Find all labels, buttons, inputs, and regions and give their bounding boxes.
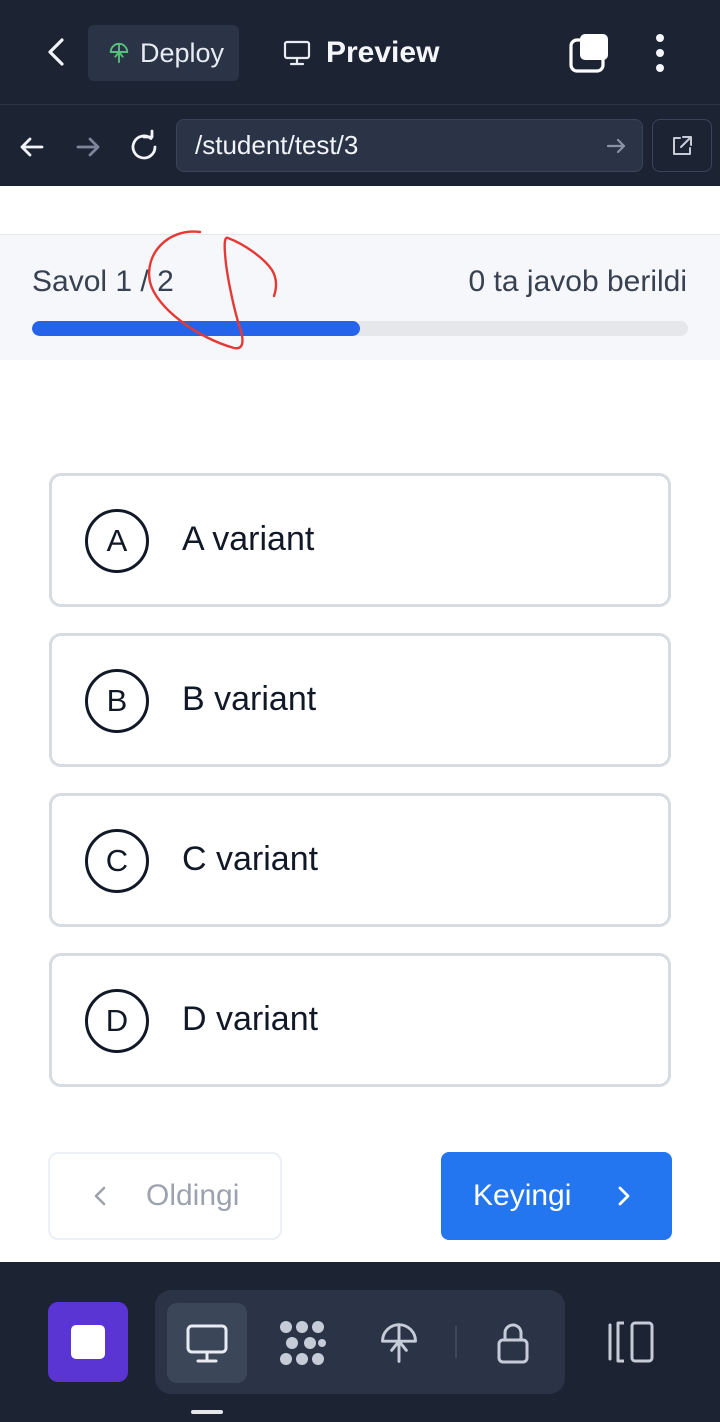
option-a[interactable]: A A variant: [49, 473, 671, 607]
app-top-bar: Deploy Preview: [0, 0, 720, 104]
deploy-button[interactable]: Deploy: [88, 25, 239, 81]
arrow-right-icon[interactable]: [602, 132, 630, 160]
monitor-icon: [283, 40, 311, 66]
option-letter-badge: B: [85, 669, 149, 733]
monitor-icon: [186, 1324, 228, 1363]
progress-bar: [32, 321, 688, 336]
preview-title[interactable]: Preview: [282, 25, 439, 81]
option-letter-badge: D: [85, 989, 149, 1053]
next-button[interactable]: Keyingi: [441, 1152, 672, 1240]
windows-icon[interactable]: [566, 30, 612, 76]
option-c[interactable]: C C variant: [49, 793, 671, 927]
lock-icon: [497, 1323, 529, 1364]
option-letter-badge: A: [85, 509, 149, 573]
kebab-menu-icon[interactable]: [640, 30, 680, 76]
stop-icon: [71, 1325, 105, 1359]
panel-toggle-icon[interactable]: [600, 1317, 660, 1367]
next-label: Keyingi: [473, 1179, 572, 1212]
arrow-left-icon[interactable]: [12, 127, 52, 167]
workflow-icon: [280, 1321, 326, 1365]
url-text: /student/test/3: [195, 130, 359, 160]
tool-workflow[interactable]: [263, 1303, 343, 1383]
stop-button[interactable]: [48, 1302, 128, 1382]
option-d[interactable]: D D variant: [49, 953, 671, 1087]
home-indicator: [191, 1410, 223, 1414]
preview-label: Preview: [326, 36, 440, 69]
bottom-dock: [0, 1262, 720, 1422]
quiz-progress-header: Savol 1 / 2 0 ta javob berildi: [0, 234, 720, 360]
tool-secrets[interactable]: [473, 1303, 553, 1383]
option-label: D variant: [182, 1000, 319, 1038]
chevron-right-icon: [618, 1186, 630, 1206]
option-letter-badge: C: [85, 829, 149, 893]
option-b[interactable]: B B variant: [49, 633, 671, 767]
question-counter: Savol 1 / 2: [32, 265, 174, 298]
tool-group: [155, 1290, 565, 1394]
external-link-icon: [673, 135, 692, 155]
deploy-icon: [381, 1323, 417, 1363]
chevron-left-icon: [94, 1186, 106, 1206]
previous-label: Oldingi: [146, 1179, 240, 1212]
progress-fill: [32, 321, 360, 336]
reload-icon[interactable]: [124, 127, 164, 167]
deploy-icon: [109, 42, 129, 64]
tool-divider: [455, 1326, 457, 1358]
answered-count: 0 ta javob berildi: [468, 265, 687, 298]
browser-bar: /student/test/3: [0, 104, 720, 186]
chevron-left-icon[interactable]: [38, 32, 78, 72]
tool-deploy[interactable]: [359, 1303, 439, 1383]
arrow-right-icon[interactable]: [68, 127, 108, 167]
option-label: C variant: [182, 840, 319, 878]
deploy-label: Deploy: [140, 37, 225, 68]
option-label: B variant: [182, 680, 317, 718]
url-input[interactable]: /student/test/3: [176, 119, 643, 172]
previous-button[interactable]: Oldingi: [48, 1152, 282, 1240]
option-label: A variant: [182, 520, 315, 558]
tool-preview[interactable]: [167, 1303, 247, 1383]
open-external-button[interactable]: [652, 119, 712, 172]
